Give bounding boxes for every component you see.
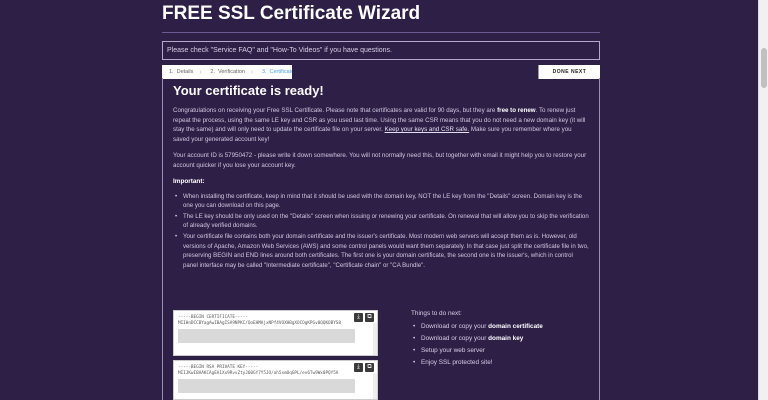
list-item: Setup your web server — [411, 345, 591, 357]
account-paragraph: Your account ID is 57950472 - please wri… — [173, 152, 587, 169]
certificate-textarea[interactable]: ⤓ ⧉ -----BEGIN CERTIFICATE----- MIIHnDCC… — [173, 310, 378, 356]
keep-keys-safe-link[interactable]: Keep your keys and CSR safe. — [385, 126, 470, 133]
wizard-header: FREE SSL Certificate Wizard Please check… — [162, 0, 600, 79]
page-title: FREE SSL Certificate Wizard — [162, 3, 421, 24]
next-steps-heading: Things to do next: — [411, 310, 462, 317]
step-number: 2. — [210, 69, 215, 75]
todo-text: Download or copy your — [421, 323, 489, 330]
title-divider — [162, 32, 600, 33]
download-icon[interactable]: ⤓ — [354, 313, 363, 322]
list-item: The LE key should be only used on the "D… — [173, 212, 589, 231]
certificate-body-block — [178, 329, 355, 343]
page-scrollbar[interactable] — [758, 0, 768, 400]
wizard-steps: 1. Details › 2. Verification › 3. Certifica… — [162, 65, 600, 79]
certificate-panel: Your certificate is ready! Congratulatio… — [162, 78, 600, 400]
todo-bold: domain key — [488, 335, 524, 342]
scrollbar-thumb[interactable] — [761, 48, 767, 88]
certificate-ready-heading: Your certificate is ready! — [173, 83, 324, 98]
step-details[interactable]: 1. Details — [162, 65, 199, 79]
next-steps: Things to do next: Download or copy your… — [411, 310, 591, 369]
next-steps-list: Download or copy your domain certificate… — [411, 321, 591, 369]
step-label: Details — [176, 69, 194, 75]
list-item: Download or copy your domain certificate — [411, 321, 591, 333]
textarea-scrollbar[interactable] — [373, 323, 377, 355]
certificate-actions: ⤓ ⧉ — [354, 313, 374, 322]
step-number: 1. — [169, 69, 174, 75]
copy-icon[interactable]: ⧉ — [365, 313, 374, 322]
textarea-scrollbar[interactable] — [373, 373, 377, 399]
todo-text: Setup your web server — [421, 347, 485, 354]
free-to-renew-text: free to renew — [497, 107, 536, 114]
step-number: 3. — [261, 69, 267, 75]
download-icon[interactable]: ⤓ — [354, 363, 363, 372]
list-item: Your certificate file contains both your… — [173, 232, 589, 270]
list-item: When installing the certificate, keep in… — [173, 192, 589, 211]
todo-text: Download or copy your — [421, 335, 489, 342]
done-next-button[interactable]: DONE NEXT — [538, 65, 600, 79]
key-actions: ⤓ ⧉ — [354, 363, 374, 372]
step-label: Certificate — [269, 69, 295, 75]
step-verification[interactable]: 2. Verification — [203, 65, 251, 79]
important-heading: Important: — [173, 177, 205, 185]
certificate-text: -----BEGIN CERTIFICATE----- MIIHnDCCBYag… — [174, 311, 377, 327]
congrats-paragraph: Congratulations on receiving your Free S… — [173, 106, 589, 144]
private-key-textarea[interactable]: ⤓ ⧉ -----BEGIN RSA PRIVATE KEY----- MIIJ… — [173, 360, 378, 400]
key-data-line: MIIJKwIBAAKCAgEA1Xx9RvvZtyJ60GY7Y5JO/oh5… — [178, 371, 339, 376]
congrats-text: Congratulations on receiving your Free S… — [173, 107, 498, 114]
list-item: Download or copy your domain key — [411, 333, 591, 345]
todo-text: Enjoy SSL protected site! — [421, 359, 493, 366]
list-item: Enjoy SSL protected site! — [411, 357, 591, 369]
copy-icon[interactable]: ⧉ — [365, 363, 374, 372]
important-list: When installing the certificate, keep in… — [173, 192, 589, 271]
key-body-block — [178, 379, 355, 393]
steps-spacer — [292, 65, 538, 79]
info-bar: Please check "Service FAQ" and "How-To V… — [162, 41, 600, 60]
key-text: -----BEGIN RSA PRIVATE KEY----- MIIJKwIB… — [174, 361, 377, 377]
step-label: Verification — [218, 69, 245, 75]
todo-bold: domain certificate — [488, 323, 543, 330]
certificate-data-line: MIIHnDCCBYagAwIBAgISA9NPKC/QoEHMAjxNPf4V… — [178, 321, 341, 326]
